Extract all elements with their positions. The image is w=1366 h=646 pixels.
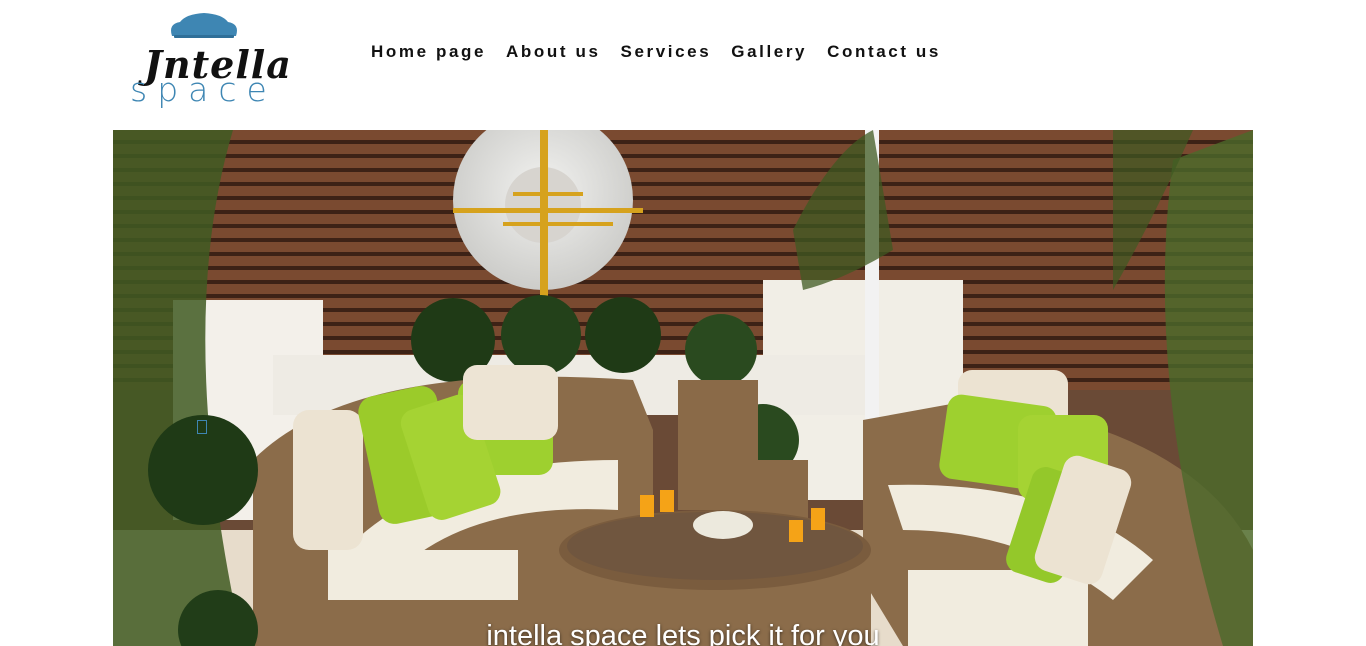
main-nav: Home page About us Services Gallery Cont… <box>371 42 941 62</box>
hero-caption: intella space lets pick it for you <box>486 620 880 646</box>
nav-about[interactable]: About us <box>506 42 600 62</box>
nav-services[interactable]: Services <box>621 42 712 62</box>
hero-slider: intella space lets pick it for you <box>113 130 1253 646</box>
nav-home[interactable]: Home page <box>371 42 486 62</box>
brand-tagline: space <box>130 70 277 109</box>
nav-gallery[interactable]: Gallery <box>731 42 807 62</box>
slide-indicator[interactable] <box>197 420 207 434</box>
nav-contact[interactable]: Contact us <box>827 42 941 62</box>
hero-image <box>113 130 1253 646</box>
brand-logo[interactable]: Jntella space <box>128 8 291 112</box>
